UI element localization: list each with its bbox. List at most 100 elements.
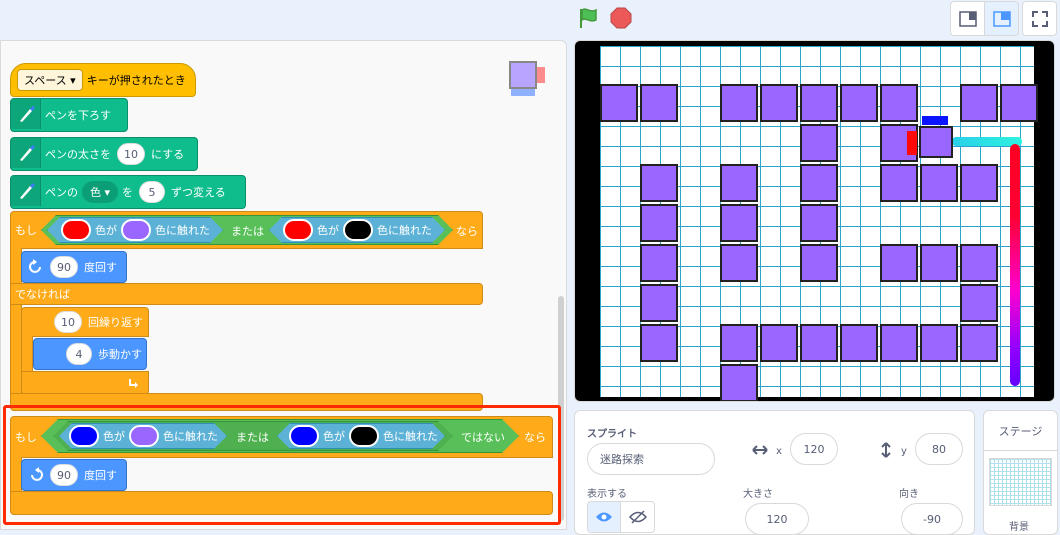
x-label: x [776,446,782,457]
y-input[interactable]: 80 [915,433,963,465]
y-label: y [901,446,907,457]
eye-icon [596,512,612,522]
green-flag-button[interactable] [576,6,600,30]
color-swatch-red[interactable] [61,219,91,241]
code-area[interactable]: スペース ▾ キーが押されたとき ペンを下ろす ペンの太さを 10 にする ペン… [0,40,567,530]
pen-change-label: ペンの [45,186,78,199]
sprite-name-input[interactable]: 迷路探索 [587,443,715,475]
color-ga-label: 色が [95,224,117,237]
color-swatch-red[interactable] [283,219,313,241]
pen-icon [11,99,41,129]
sprite-label: スプライト [587,429,637,440]
stage[interactable] [574,40,1055,402]
repeat-block[interactable]: 10 回繰り返す [21,307,149,337]
sprite-thumbnail-icon [509,61,549,101]
size-label: 大きさ [743,489,773,500]
pen-trail-vertical [1010,144,1020,386]
turn1-input[interactable]: 90 [50,256,78,278]
event-label: キーが押されたとき [86,74,186,87]
pen-down-label: ペンを下ろす [45,109,111,122]
x-input[interactable]: 120 [790,433,838,465]
key-dropdown[interactable]: スペース ▾ [17,69,83,91]
pen-icon [11,138,41,168]
green-flag-icon [580,8,597,28]
color-touch-label: 色に触れた [155,224,210,237]
direction-input[interactable]: -90 [901,503,963,535]
small-stage-button[interactable] [950,1,985,36]
pen-size-suffix: にする [151,148,185,161]
pen-change-block[interactable]: ペンの 色 ▾ を 5 ずつ変える [10,175,246,209]
eye-slash-icon [628,510,647,524]
key-dropdown-label: スペース [24,74,67,87]
or-label: または [231,225,264,238]
backdrop-thumbnail[interactable] [989,458,1052,506]
turn2-label: 度回す [84,469,117,482]
color-swatch-black[interactable] [343,219,373,241]
pen-down-block[interactable]: ペンを下ろす [10,98,128,132]
pen-change-input[interactable]: 5 [139,181,166,203]
pen-change-suffix: ずつ変える [171,186,226,199]
pen-size-block[interactable]: ペンの太さを 10 にする [10,137,198,171]
turn-right-block[interactable]: 90 度回す [21,459,127,491]
else-section: でなければ [10,283,483,305]
loop-arrow-icon [129,379,138,388]
repeat-label: 回繰り返す [88,316,143,329]
size-input[interactable]: 120 [745,503,809,535]
backdrop-label: 背景 [1009,522,1029,533]
large-stage-icon [992,10,1011,27]
fullscreen-button[interactable] [1022,1,1057,36]
move-input[interactable]: 4 [66,343,92,365]
pen-size-label: ペンの太さを [45,148,111,161]
color-touch-label: 色に触れた [383,430,438,443]
stop-button[interactable] [610,7,632,29]
event-block[interactable]: スペース ▾ キーが押されたとき [10,63,196,97]
fullscreen-icon [1031,10,1048,27]
turn1-label: 度回す [84,261,117,274]
or-label: または [236,431,269,444]
maze-explorer-sprite[interactable] [907,116,955,160]
color-touch-label: 色に触れた [163,430,218,443]
maze-backdrop [600,46,1038,401]
color-swatch-purple[interactable] [129,425,159,447]
color-ga-label: 色が [317,224,339,237]
turn-right-block[interactable]: 90 度回す [21,251,127,283]
move-block[interactable]: 4 歩動かす [33,338,147,370]
repeat-input[interactable]: 10 [54,311,82,333]
rotate-right-icon [31,467,43,481]
show-toggle[interactable] [587,501,655,533]
then-label: なら [524,431,546,444]
color-touch-label: 色に触れた [377,224,432,237]
stage-title: ステージ [984,411,1057,451]
not-label: ではない [461,431,505,444]
color-ga-label: 色が [103,430,125,443]
if-end [10,491,553,515]
y-arrows-icon [877,441,895,463]
stage-pane[interactable]: ステージ 背景 [983,410,1058,535]
direction-label: 向き [899,489,919,500]
color-swatch-blue[interactable] [69,425,99,447]
if-label: もし [15,224,37,237]
visible-button[interactable] [588,502,622,532]
rotate-left-icon [29,259,41,273]
large-stage-button[interactable] [984,1,1019,36]
pen-param-dropdown[interactable]: 色 ▾ [82,181,119,203]
hidden-button[interactable] [621,502,654,532]
move-label: 歩動かす [98,348,142,361]
show-label: 表示する [587,489,627,500]
stop-icon [610,7,632,29]
pen-icon [11,176,41,206]
color-ga-label: 色が [323,430,345,443]
pen-param-label: 色 [90,186,101,199]
pen-size-input[interactable]: 10 [117,143,145,165]
repeat-end [21,371,149,395]
color-swatch-black[interactable] [349,425,379,447]
then-label: なら [456,225,478,238]
color-swatch-purple[interactable] [121,219,151,241]
if-label: もし [15,431,37,444]
pen-change-wo: を [122,186,134,199]
sprite-info-pane: スプライト 迷路探索 x 120 y 80 表示する 大きさ 120 向き -9… [574,410,975,535]
color-swatch-blue[interactable] [289,425,319,447]
small-stage-icon [958,10,977,27]
x-arrows-icon [751,441,769,463]
turn2-input[interactable]: 90 [50,464,78,486]
